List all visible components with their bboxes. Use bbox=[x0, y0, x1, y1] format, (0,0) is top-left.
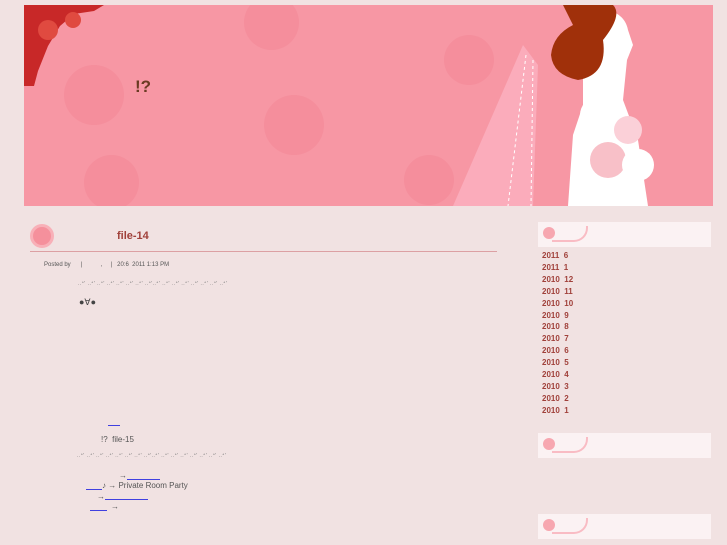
sidebar-header-archives bbox=[538, 222, 711, 247]
archive-link[interactable]: 2010 7 bbox=[542, 334, 569, 343]
link[interactable] bbox=[86, 489, 102, 490]
archive-link[interactable]: 2010 4 bbox=[542, 370, 569, 379]
post-dots: ..ᐤ' ..ᐤ' ..ᐤ' ..ᐤ' ..ᐤ' ..ᐤ' ..ᐤ' ..ᐤ'.… bbox=[78, 281, 228, 287]
archive-link[interactable]: 2011 1 bbox=[542, 263, 568, 272]
archive-link[interactable]: 2010 1 bbox=[542, 406, 569, 415]
sidebar-header bbox=[538, 514, 711, 539]
archive-link[interactable]: 2010 3 bbox=[542, 382, 569, 391]
site-title[interactable]: !? bbox=[135, 77, 151, 97]
archive-link[interactable]: 2010 10 bbox=[542, 299, 573, 308]
archive-link[interactable]: 2010 9 bbox=[542, 311, 569, 320]
swirl-icon bbox=[552, 437, 588, 453]
archive-link[interactable]: 2010 2 bbox=[542, 394, 569, 403]
link[interactable] bbox=[90, 510, 107, 511]
private-room-party: ♪ → Private Room Party bbox=[102, 481, 188, 490]
next-post-title[interactable]: !? file-15 bbox=[101, 435, 134, 444]
post-meta: Posted by | , | 20:6 2011 1:13 PM bbox=[44, 262, 170, 268]
divider bbox=[30, 251, 497, 252]
post-emoticon: ●∀● bbox=[79, 297, 97, 307]
floral-corner-icon bbox=[24, 5, 104, 86]
archive-link[interactable]: 2010 5 bbox=[542, 358, 569, 367]
archive-link[interactable]: 2011 6 bbox=[542, 251, 568, 260]
post-title[interactable]: file-14 bbox=[117, 230, 149, 242]
arrow-2: → bbox=[97, 492, 105, 501]
archive-link[interactable]: 2010 6 bbox=[542, 346, 569, 355]
arrow-1: → bbox=[119, 471, 127, 480]
swirl-icon bbox=[552, 518, 588, 534]
post-dots-2: ..ᐤ' ..ᐤ' ..ᐤ' ..ᐤ' ..ᐤ' ..ᐤ' ..ᐤ' ..ᐤ'.… bbox=[77, 453, 227, 459]
archive-link[interactable]: 2010 8 bbox=[542, 322, 569, 331]
link[interactable] bbox=[127, 479, 160, 480]
bride-illustration bbox=[453, 5, 654, 206]
sidebar-header bbox=[538, 433, 711, 458]
header-banner: !? bbox=[24, 5, 713, 206]
link[interactable] bbox=[105, 499, 148, 500]
rose-icon bbox=[30, 224, 54, 248]
link[interactable] bbox=[108, 425, 120, 426]
swirl-icon bbox=[552, 226, 588, 242]
arrow-3: → bbox=[111, 502, 119, 511]
archive-link[interactable]: 2010 11 bbox=[542, 287, 573, 296]
archive-link[interactable]: 2010 12 bbox=[542, 275, 573, 284]
